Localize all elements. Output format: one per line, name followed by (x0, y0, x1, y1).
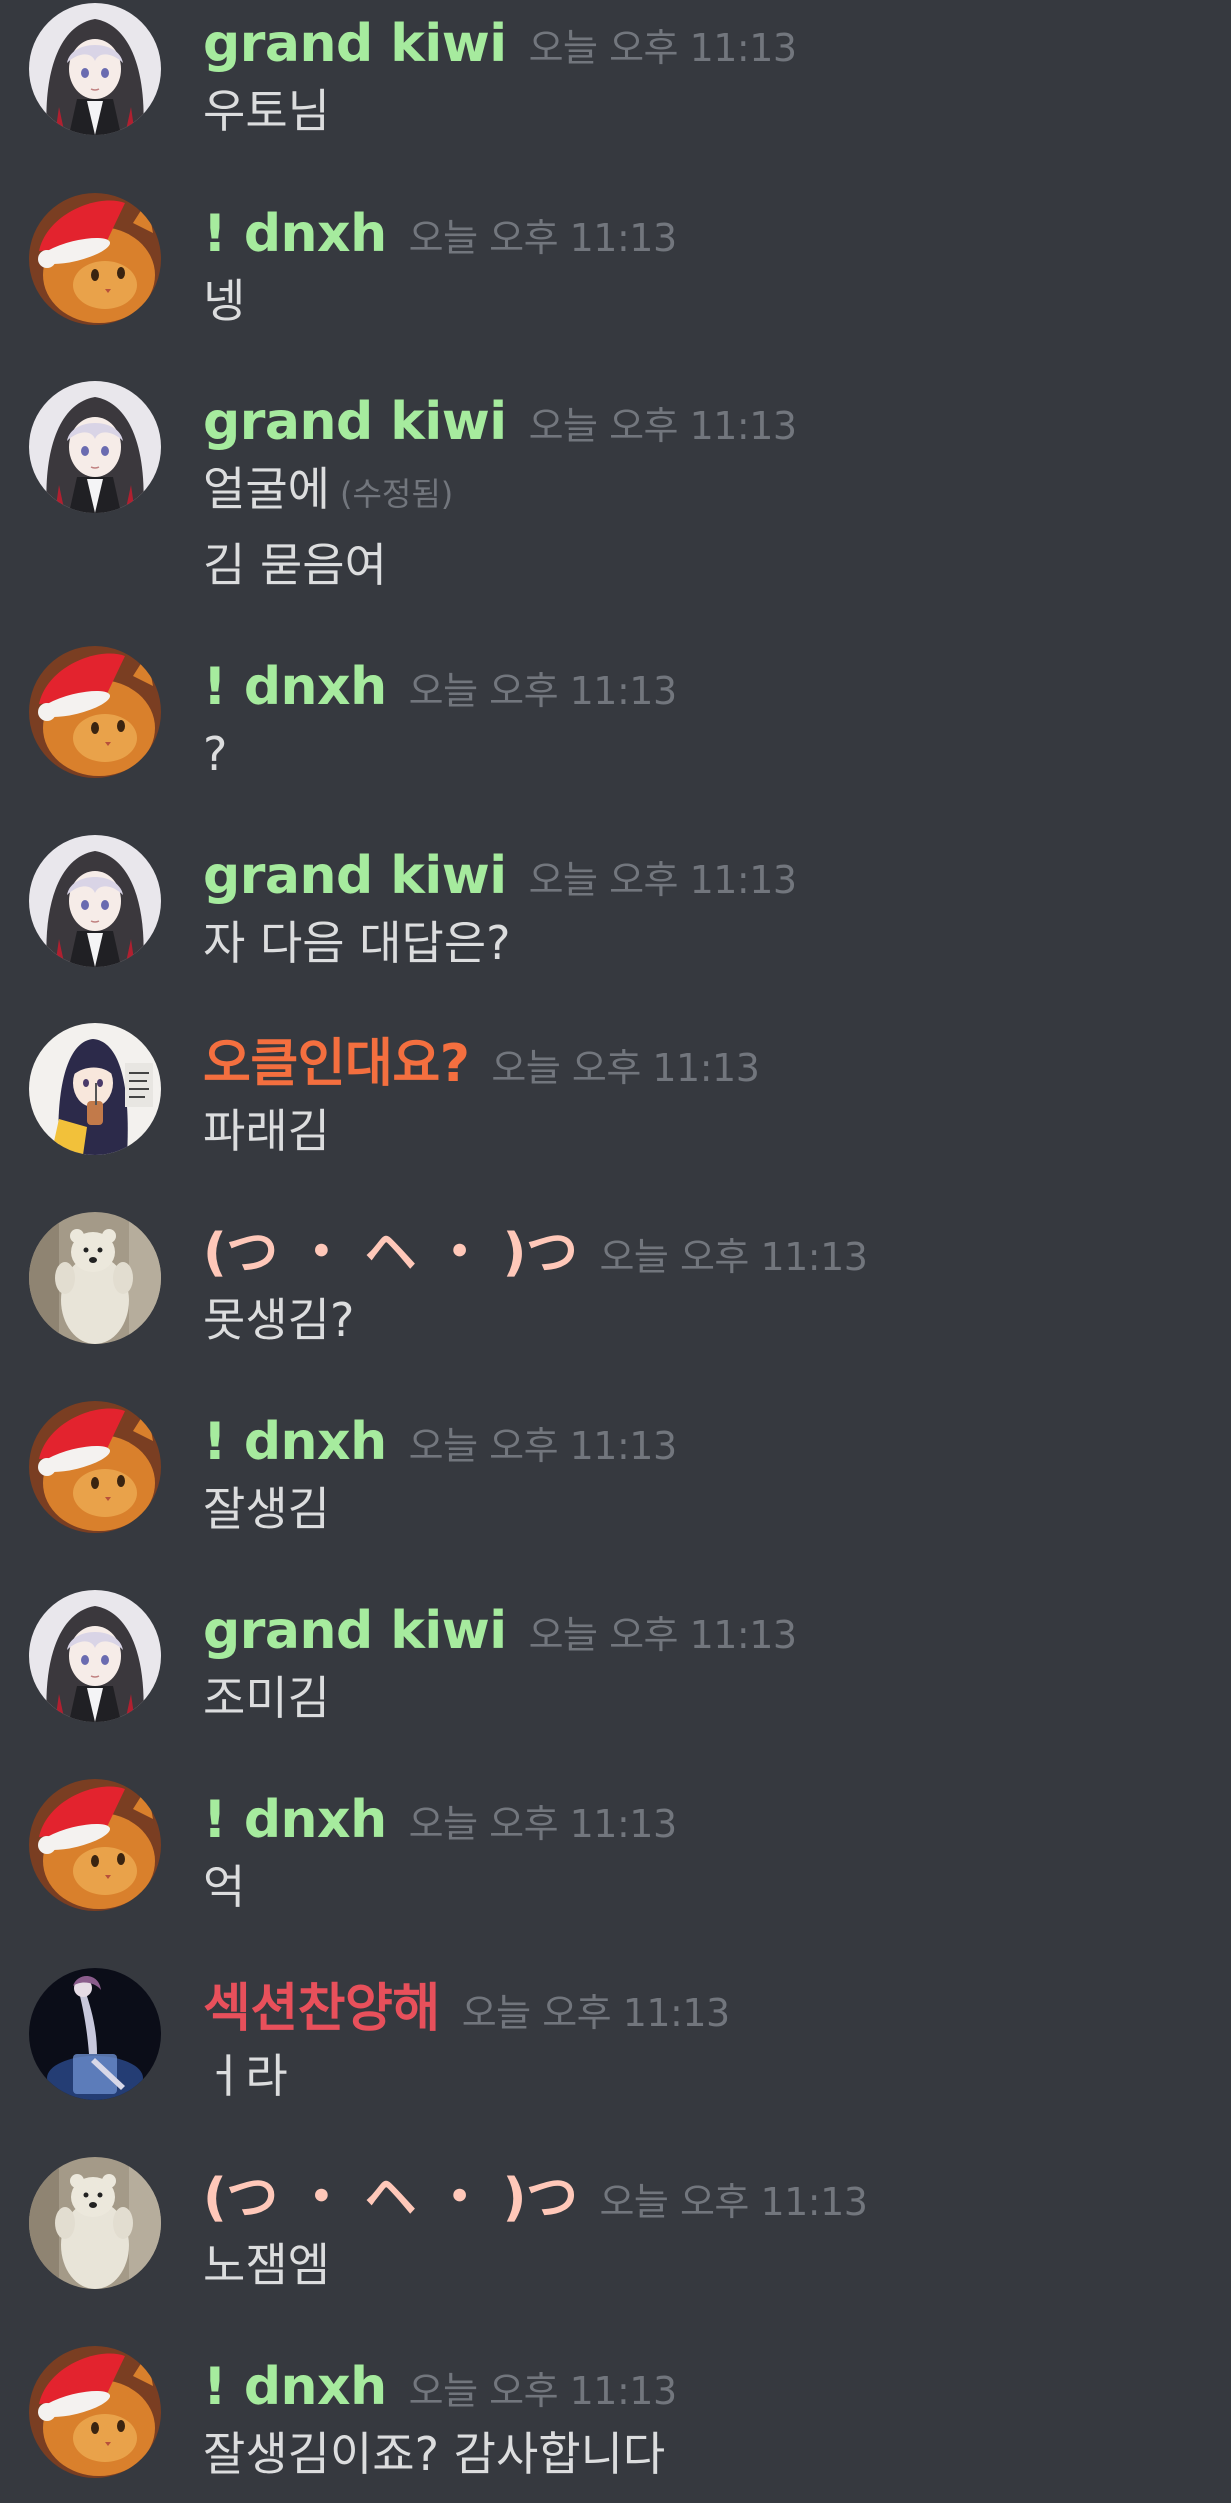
username[interactable]: grand kiwi (203, 846, 507, 906)
message-header: grand kiwi 오늘 오후 11:13 (203, 850, 797, 902)
message-text: 못생김? (203, 1297, 354, 1343)
message-text: ? (203, 731, 227, 777)
santa-hat-cat-avatar[interactable] (29, 646, 161, 778)
message-text: ㅓ라 (203, 2053, 288, 2099)
santa-hat-cat-avatar[interactable] (29, 1401, 161, 1533)
message-content: 파래김 (203, 1104, 330, 1158)
message-text: 김 묻음여 (203, 542, 387, 588)
message-timestamp[interactable]: 오늘 오후 11:13 (462, 1991, 731, 2035)
message-timestamp[interactable]: 오늘 오후 11:13 (529, 858, 798, 902)
message-timestamp[interactable]: 오늘 오후 11:13 (599, 2180, 868, 2224)
username[interactable]: (つ ・ ヘ ・ )つ (203, 1223, 578, 1283)
message-timestamp[interactable]: 오늘 오후 11:13 (599, 1235, 868, 1279)
message-header: (つ ・ ヘ ・ )つ 오늘 오후 11:13 (203, 1227, 868, 1279)
message-text: 억 (203, 1864, 245, 1910)
message-content: 넹 (203, 274, 246, 328)
message-timestamp[interactable]: 오늘 오후 11:13 (409, 2369, 678, 2413)
message-content: 억 (203, 1860, 246, 1914)
message-header: ! dnxh 오늘 오후 11:13 (203, 1794, 677, 1846)
message-content: ? (203, 727, 228, 781)
santa-hat-cat-avatar[interactable] (29, 2346, 161, 2478)
message-content: 잘생김이죠? 감사합니다 (203, 2427, 666, 2481)
dark-anime-figure-avatar[interactable] (29, 1968, 161, 2100)
username[interactable]: grand kiwi (203, 1601, 507, 1661)
message-content: 잘생김 (203, 1482, 330, 1536)
message-header: grand kiwi 오늘 오후 11:13 (203, 18, 797, 70)
message-text: 잘생김이죠? 감사합니다 (203, 2431, 665, 2477)
message-header: (つ ・ ヘ ・ )つ 오늘 오후 11:13 (203, 2172, 868, 2224)
message-header: 섹션찬양해 오늘 오후 11:13 (203, 1983, 730, 2035)
username[interactable]: ! dnxh (203, 1790, 387, 1850)
username[interactable]: grand kiwi (203, 392, 507, 452)
message-timestamp[interactable]: 오늘 오후 11:13 (409, 216, 678, 260)
message-content: 김 묻음여 (203, 538, 387, 592)
message-text: 우토님 (203, 88, 330, 134)
message-text: 얼굴에 (수정됨) (203, 466, 453, 512)
message-content: 노잼엠 (203, 2238, 330, 2292)
message-header: grand kiwi 오늘 오후 11:13 (203, 396, 797, 448)
message-content: 자 다음 대답은? (203, 916, 511, 970)
message-timestamp[interactable]: 오늘 오후 11:13 (529, 1613, 798, 1657)
username[interactable]: ! dnxh (203, 657, 387, 717)
message-text: 자 다음 대답은? (203, 920, 511, 966)
hooded-anime-girl-avatar[interactable] (29, 835, 161, 967)
username[interactable]: grand kiwi (203, 14, 507, 74)
message-header: ! dnxh 오늘 오후 11:13 (203, 208, 677, 260)
message-text: 노잼엠 (203, 2242, 330, 2288)
message-timestamp[interactable]: 오늘 오후 11:13 (529, 404, 798, 448)
message-text: 잘생김 (203, 1486, 330, 1532)
message-header: ! dnxh 오늘 오후 11:13 (203, 2361, 677, 2413)
username[interactable]: 오클인대요? (203, 1034, 470, 1094)
message-content: 얼굴에 (203, 462, 330, 516)
message-content: 조미김 (203, 1671, 330, 1725)
message-content: ㅓ라 (203, 2049, 288, 2103)
message-timestamp[interactable]: 오늘 오후 11:13 (409, 1424, 678, 1468)
username[interactable]: ! dnxh (203, 204, 387, 264)
username[interactable]: ! dnxh (203, 2357, 387, 2417)
polar-bear-avatar[interactable] (29, 1212, 161, 1344)
username[interactable]: ! dnxh (203, 1412, 387, 1472)
chat-message-list: grand kiwi 오늘 오후 11:13 우토님! dnxh 오늘 오후 11:1… (0, 0, 1231, 2503)
santa-hat-cat-avatar[interactable] (29, 1779, 161, 1911)
message-content: 우토님 (203, 84, 330, 138)
message-timestamp[interactable]: 오늘 오후 11:13 (409, 669, 678, 713)
hooded-anime-girl-avatar[interactable] (29, 3, 161, 135)
message-timestamp[interactable]: 오늘 오후 11:13 (409, 1802, 678, 1846)
message-header: 오클인대요? 오늘 오후 11:13 (203, 1038, 760, 1090)
santa-hat-cat-avatar[interactable] (29, 193, 161, 325)
edited-label: (수정됨) (339, 475, 454, 513)
hooded-anime-girl-avatar[interactable] (29, 381, 161, 513)
message-timestamp[interactable]: 오늘 오후 11:13 (529, 26, 798, 70)
message-text: 조미김 (203, 1675, 330, 1721)
username[interactable]: 섹션찬양해 (203, 1979, 440, 2039)
anime-girl-drinking-avatar[interactable] (29, 1023, 161, 1155)
hooded-anime-girl-avatar[interactable] (29, 1590, 161, 1722)
message-text: 파래김 (203, 1108, 330, 1154)
message-header: grand kiwi 오늘 오후 11:13 (203, 1605, 797, 1657)
message-header: ! dnxh 오늘 오후 11:13 (203, 1416, 677, 1468)
message-content: 못생김? (203, 1293, 355, 1347)
message-header: ! dnxh 오늘 오후 11:13 (203, 661, 677, 713)
username[interactable]: (つ ・ ヘ ・ )つ (203, 2168, 578, 2228)
message-timestamp[interactable]: 오늘 오후 11:13 (491, 1046, 760, 1090)
polar-bear-avatar[interactable] (29, 2157, 161, 2289)
message-text: 넹 (203, 278, 245, 324)
